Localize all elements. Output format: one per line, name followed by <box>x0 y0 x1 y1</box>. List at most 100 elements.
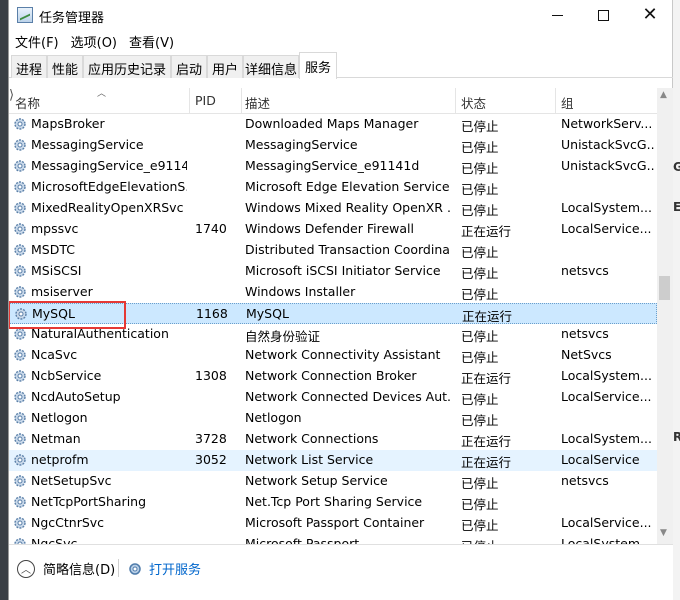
fewer-details-button[interactable]: ︿ 简略信息(D) <box>17 559 115 578</box>
service-row-mysql[interactable]: MySQL 1168 MySQL 正在运行 <box>9 303 657 324</box>
service-name: NaturalAuthentication <box>31 326 169 341</box>
service-gear-icon <box>14 202 26 214</box>
service-status: 已停止 <box>461 119 499 134</box>
service-row-mapsbroker[interactable]: MapsBroker Downloaded Maps Manager 已停止 Netw… <box>9 114 657 135</box>
column-header-name[interactable]: 名称 <box>15 93 40 112</box>
service-status: 已停止 <box>461 182 499 197</box>
service-gear-icon <box>14 433 26 445</box>
menu-bar: 文件(F) 选项(O) 查看(V) <box>9 30 180 52</box>
title-bar: 任务管理器 ✕ <box>9 0 673 30</box>
background-glyph: G <box>673 160 680 174</box>
service-group: UnistackSvcG... <box>561 137 655 152</box>
task-manager-icon <box>17 7 33 23</box>
service-row-microsoftedgeelevations[interactable]: MicrosoftEdgeElevationS... Microsoft Edge… <box>9 177 657 198</box>
tab-services[interactable]: 服务 <box>299 52 337 79</box>
service-row-mixedrealityopenxrsvc[interactable]: MixedRealityOpenXRSvc Windows Mixed Reali… <box>9 198 657 219</box>
service-gear-icon <box>14 349 26 361</box>
column-divider[interactable] <box>189 88 190 114</box>
service-row-ngcctnrsvc[interactable]: NgcCtnrSvc Microsoft Passport Container 已停… <box>9 513 657 534</box>
service-name: MessagingService_e9114... <box>31 158 187 173</box>
column-divider[interactable] <box>241 88 242 114</box>
service-status: 正在运行 <box>461 371 512 386</box>
service-status: 正在运行 <box>462 309 513 324</box>
minimize-button[interactable] <box>534 0 580 30</box>
menu-file[interactable]: 文件(F) <box>9 30 65 52</box>
service-row-messagingservice[interactable]: MessagingService MessagingService 已停止 Unist… <box>9 135 657 156</box>
service-gear-icon <box>14 412 26 424</box>
tab-performance[interactable]: 性能 <box>47 55 83 78</box>
service-row-ncdautosetup[interactable]: NcdAutoSetup Network Connected Devices Au… <box>9 387 657 408</box>
service-row-ncasvc[interactable]: NcaSvc Network Connectivity Assistant 已停止 N… <box>9 345 657 366</box>
task-manager-window: 任务管理器 ✕ 文件(F) 选项(O) 查看(V) 进程 性能 应用历史记录 启… <box>8 0 673 600</box>
scroll-down-icon[interactable]: ▼ <box>660 528 667 538</box>
menu-view[interactable]: 查看(V) <box>123 30 180 52</box>
column-header-row: 名称 PID 描述 状态 组 <box>9 88 657 114</box>
service-description: Windows Defender Firewall <box>245 221 414 236</box>
maximize-button[interactable] <box>580 0 626 30</box>
service-row-netprofm[interactable]: netprofm 3052 Network List Service 正在运行 Loca… <box>9 450 657 471</box>
service-description: Network Connectivity Assistant <box>245 347 441 362</box>
service-description: MySQL <box>246 306 289 321</box>
tab-details[interactable]: 详细信息 <box>243 55 299 78</box>
open-services-link[interactable]: 打开服务 <box>127 559 201 578</box>
service-name: NcaSvc <box>31 347 78 362</box>
service-gear-icon <box>14 538 26 544</box>
close-button[interactable]: ✕ <box>627 0 673 30</box>
tab-bar: 进程 性能 应用历史记录 启动 用户 详细信息 服务 <box>9 52 673 79</box>
service-name: NcdAutoSetup <box>31 389 121 404</box>
service-gear-icon <box>14 286 26 298</box>
service-description: Windows Installer <box>245 284 356 299</box>
service-gear-icon <box>14 139 26 151</box>
service-row-naturalauthentication[interactable]: NaturalAuthentication 自然身份验证 已停止 netsvcs <box>9 324 657 345</box>
service-group: LocalSystem... <box>561 431 652 446</box>
service-gear-icon <box>14 223 26 235</box>
service-group: NetworkServ... <box>561 116 653 131</box>
tab-users[interactable]: 用户 <box>207 55 243 78</box>
column-divider[interactable] <box>555 88 556 114</box>
vertical-scrollbar[interactable]: ▲ ▼ <box>657 88 673 544</box>
service-row-msdtc[interactable]: MSDTC Distributed Transaction Coordina...… <box>9 240 657 261</box>
column-header-description[interactable]: 描述 <box>245 93 270 112</box>
scrollbar-thumb[interactable] <box>659 276 670 300</box>
service-pid: 1308 <box>195 368 227 383</box>
service-row-nettcpportsharing[interactable]: NetTcpPortSharing Net.Tcp Port Sharing Se… <box>9 492 657 513</box>
tab-app-history[interactable]: 应用历史记录 <box>83 55 171 78</box>
service-name: Netlogon <box>31 410 88 425</box>
service-row-messagingservice-e9114[interactable]: MessagingService_e9114... MessagingServic… <box>9 156 657 177</box>
chevron-up-icon: ︿ <box>17 559 35 578</box>
menu-options[interactable]: 选项(O) <box>65 30 123 52</box>
service-name: MapsBroker <box>31 116 105 131</box>
service-pid: 3728 <box>195 431 227 446</box>
service-status: 已停止 <box>461 140 499 155</box>
minimize-icon <box>551 14 563 16</box>
footer-divider <box>118 559 119 577</box>
service-row-ncbservice[interactable]: NcbService 1308 Network Connection Broker 正… <box>9 366 657 387</box>
service-name: MicrosoftEdgeElevationS... <box>31 179 187 194</box>
service-row-msiscsi[interactable]: MSiSCSI Microsoft iSCSI Initiator Service… <box>9 261 657 282</box>
column-divider[interactable] <box>455 88 456 114</box>
service-row-netlogon[interactable]: Netlogon Netlogon 已停止 <box>9 408 657 429</box>
service-status: 已停止 <box>461 518 499 533</box>
tab-processes[interactable]: 进程 <box>11 55 47 78</box>
service-row-netsetupsvc[interactable]: NetSetupSvc Network Setup Service 已停止 netsv… <box>9 471 657 492</box>
service-row-netman[interactable]: Netman 3728 Network Connections 正在运行 LocalSy… <box>9 429 657 450</box>
column-header-pid[interactable]: PID <box>195 93 216 108</box>
column-header-status[interactable]: 状态 <box>461 93 486 112</box>
scroll-up-icon[interactable]: ▲ <box>660 90 667 100</box>
service-status: 已停止 <box>461 392 499 407</box>
service-group: LocalSystem... <box>561 536 652 544</box>
service-row-msiserver[interactable]: msiserver Windows Installer 已停止 <box>9 282 657 303</box>
service-group: UnistackSvcG... <box>561 158 655 173</box>
service-group: LocalService... <box>561 389 652 404</box>
tab-startup[interactable]: 启动 <box>171 55 207 78</box>
service-group: LocalService <box>561 452 640 467</box>
service-gear-icon <box>15 308 27 320</box>
fewer-details-label: 简略信息(D) <box>43 563 116 578</box>
service-row-ngcsvc[interactable]: NgcSvc Microsoft Passport 已停止 LocalSystem..… <box>9 534 657 544</box>
service-name: MSDTC <box>31 242 75 257</box>
service-status: 已停止 <box>461 476 499 491</box>
column-header-group[interactable]: 组 <box>561 93 574 112</box>
service-row-mpssvc[interactable]: mpssvc 1740 Windows Defender Firewall 正在运行 L… <box>9 219 657 240</box>
service-gear-icon <box>14 244 26 256</box>
service-name: NgcSvc <box>31 536 78 544</box>
